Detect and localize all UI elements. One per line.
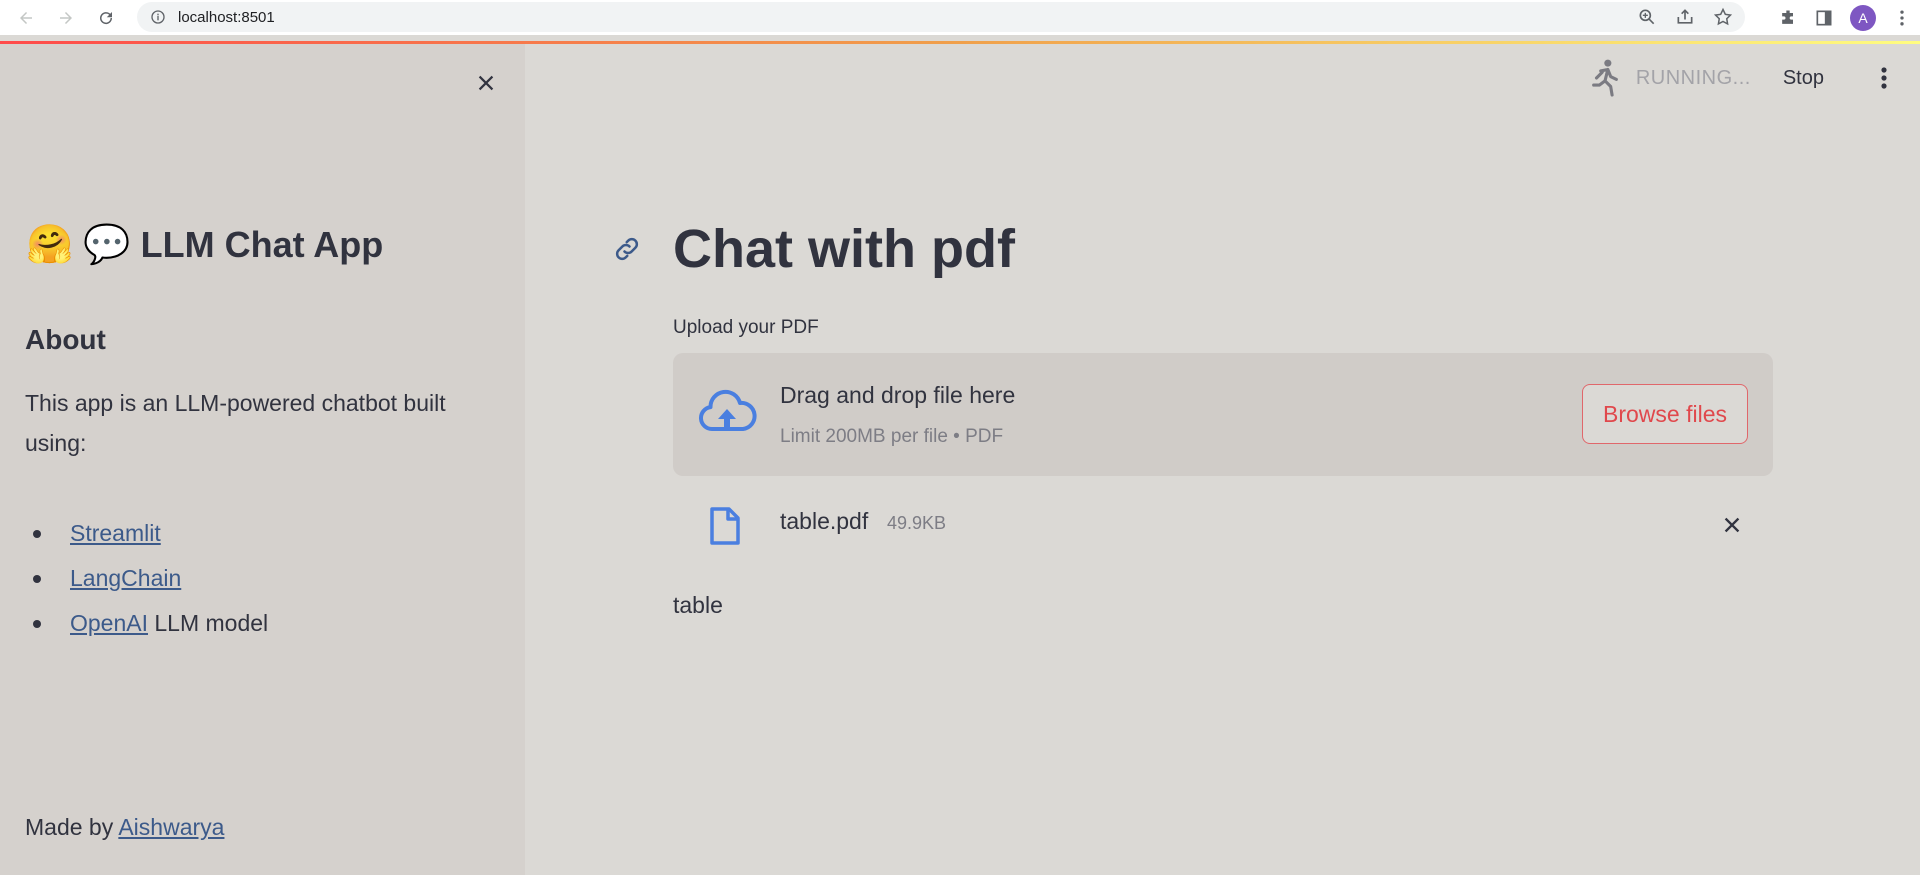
remove-file-button[interactable] bbox=[1717, 510, 1747, 540]
file-size: 49.9KB bbox=[887, 513, 947, 533]
openai-link[interactable]: OpenAI bbox=[70, 610, 148, 636]
hugging-face-emoji: 🤗 bbox=[26, 224, 74, 266]
close-icon bbox=[478, 75, 494, 91]
list-item-suffix: LLM model bbox=[148, 610, 269, 636]
app-description: This app is an LLM-powered chatbot built… bbox=[25, 390, 446, 456]
list-item: Streamlit bbox=[25, 511, 268, 556]
reload-icon bbox=[100, 11, 113, 24]
side-panel-icon[interactable] bbox=[1814, 8, 1834, 28]
langchain-link[interactable]: LangChain bbox=[70, 565, 181, 591]
dropzone-limit: Limit 200MB per file • PDF bbox=[780, 426, 1004, 447]
close-icon bbox=[1724, 517, 1740, 533]
dropzone-instructions: Drag and drop file here bbox=[780, 382, 1016, 408]
about-heading: About bbox=[25, 324, 106, 355]
list-item: OpenAI LLM model bbox=[25, 601, 268, 646]
extensions-icon[interactable] bbox=[1778, 8, 1798, 28]
bookmark-star-icon[interactable] bbox=[1713, 7, 1733, 27]
browser-menu-icon[interactable] bbox=[1892, 8, 1912, 28]
arrow-right-icon bbox=[60, 11, 72, 24]
file-name: table.pdf bbox=[780, 508, 869, 534]
main-menu-icon[interactable] bbox=[1874, 64, 1894, 92]
share-icon[interactable] bbox=[1675, 7, 1695, 27]
made-by-prefix: Made by bbox=[25, 814, 119, 840]
file-dropzone[interactable]: Drag and drop file here Limit 200MB per … bbox=[673, 353, 1773, 476]
author-link[interactable]: Aishwarya bbox=[118, 814, 224, 840]
stop-button[interactable]: Stop bbox=[1783, 67, 1824, 90]
uploaded-file: table.pdf 49.9KB bbox=[673, 494, 1773, 556]
url-text[interactable]: localhost:8501 bbox=[178, 9, 275, 26]
address-bar[interactable]: localhost:8501 bbox=[137, 2, 1745, 32]
info-icon[interactable] bbox=[150, 9, 166, 25]
anchor-link-icon[interactable] bbox=[612, 234, 642, 264]
upload-label: Upload your PDF bbox=[673, 317, 819, 338]
sidebar: 🤗 💬 LLM Chat App About This app is an LL… bbox=[0, 44, 525, 875]
profile-avatar[interactable]: A bbox=[1850, 4, 1876, 31]
speech-balloon-emoji: 💬 bbox=[83, 224, 131, 266]
output-text: table bbox=[673, 592, 723, 618]
zoom-icon[interactable] bbox=[1637, 7, 1657, 27]
app-header-status: RUNNING... Stop bbox=[1588, 44, 1920, 112]
browser-toolbar: localhost:8501 A bbox=[0, 0, 1920, 35]
browse-files-button[interactable]: Browse files bbox=[1582, 384, 1748, 444]
page-title: Chat with pdf bbox=[673, 219, 1015, 279]
made-by: Made by Aishwarya bbox=[25, 814, 224, 841]
app-title-text: LLM Chat App bbox=[140, 224, 384, 265]
file-icon bbox=[710, 507, 740, 545]
close-sidebar-button[interactable] bbox=[471, 68, 501, 98]
streamlit-link[interactable]: Streamlit bbox=[70, 520, 161, 546]
app-title: 🤗 💬 LLM Chat App bbox=[26, 224, 383, 266]
list-item: LangChain bbox=[25, 556, 268, 601]
back-button[interactable] bbox=[12, 4, 40, 32]
arrow-left-icon bbox=[20, 11, 32, 24]
running-status: RUNNING... bbox=[1635, 66, 1751, 89]
running-man-icon bbox=[1591, 59, 1618, 97]
reload-button[interactable] bbox=[92, 4, 120, 32]
forward-button[interactable] bbox=[52, 4, 80, 32]
tech-list: Streamlit LangChain OpenAI LLM model bbox=[25, 511, 268, 646]
cloud-upload-icon bbox=[699, 389, 757, 432]
